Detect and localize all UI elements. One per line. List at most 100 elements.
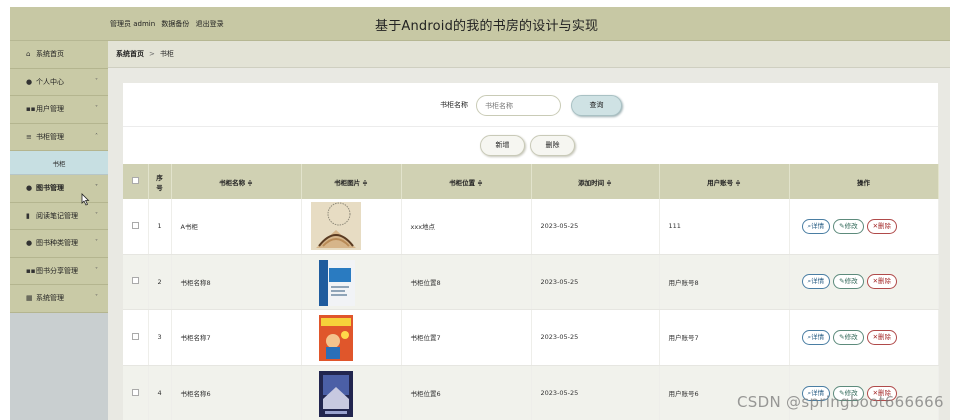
edit-button[interactable]: ✎修改 <box>833 274 864 289</box>
sidebar-item-label: 图书分享管理 <box>36 266 78 275</box>
delete-row-button[interactable]: ✕删除 <box>866 218 898 234</box>
sidebar-item-label: 用户管理 <box>36 105 64 114</box>
sidebar-item-personal-center[interactable]: ● 个人中心 ˅ <box>10 68 108 96</box>
select-all-checkbox[interactable] <box>131 177 139 184</box>
action-bar: 新增 删除 <box>123 127 938 164</box>
sidebar-item-user-management[interactable]: ▪▪ 用户管理 ˅ <box>10 96 108 124</box>
table-header-row: 序号 书柜名称 ≑ 书柜图片 ≑ 书柜位置 ≑ 添加时间 ≑ 用户账号 ≑ 操作 <box>123 164 939 199</box>
detail-button[interactable]: ⌕详情 <box>801 274 831 289</box>
col-account[interactable]: 用户账号 ≑ <box>659 164 790 199</box>
add-button[interactable]: 新增 <box>480 135 525 156</box>
chevron-down-icon: ˅ <box>95 294 98 301</box>
delete-row-button[interactable]: ✕删除 <box>866 329 898 345</box>
sidebar: ⌂ 系统首页 ● 个人中心 ˅ ▪▪ 用户管理 ˅ ≡ 书柜管理 ˄ 书柜 ● … <box>10 41 108 420</box>
bookcase-image <box>318 371 353 417</box>
mouse-cursor-icon <box>81 193 90 206</box>
search-button[interactable]: 查询 <box>571 95 622 116</box>
sidebar-item-label: 图书种类管理 <box>36 239 78 248</box>
detail-button[interactable]: ⌕详情 <box>801 329 831 345</box>
row-location: 书柜位置8 <box>401 254 532 310</box>
col-image[interactable]: 书柜图片 ≑ <box>301 164 402 199</box>
bookcase-table: 序号 书柜名称 ≑ 书柜图片 ≑ 书柜位置 ≑ 添加时间 ≑ 用户账号 ≑ 操作… <box>123 164 939 420</box>
sidebar-item-label: 图书管理 <box>36 184 64 193</box>
breadcrumb-separator: > <box>149 50 155 58</box>
bookcase-image <box>318 259 355 306</box>
grid-icon: ▪▪ <box>26 105 36 114</box>
table-icon: ▦ <box>26 294 33 303</box>
sidebar-item-label: 个人中心 <box>36 77 64 86</box>
chevron-down-icon: ˅ <box>95 77 98 85</box>
edit-button[interactable]: ✎修改 <box>833 329 864 345</box>
delete-row-button[interactable]: ✕删除 <box>866 274 898 289</box>
search-label: 书柜名称 <box>440 101 468 109</box>
main-content: 系统首页 > 书柜 书柜名称 查询 新增 删除 序号 书柜名称 ≑ 书柜图片 <box>108 41 950 420</box>
sidebar-item-book-category[interactable]: ● 图书种类管理 ˅ <box>10 230 108 258</box>
sidebar-item-home[interactable]: ⌂ 系统首页 <box>10 41 108 69</box>
sidebar-item-label: 系统管理 <box>36 294 64 303</box>
row-seq: 2 <box>148 254 172 310</box>
sidebar-item-label: 书柜管理 <box>36 132 64 141</box>
row-name: 书柜名称7 <box>171 309 302 366</box>
list-icon: ≡ <box>26 132 32 141</box>
row-date: 2023-05-25 <box>531 199 660 255</box>
delete-button[interactable]: 删除 <box>530 135 575 156</box>
row-seq: 3 <box>148 309 172 366</box>
row-seq: 4 <box>148 365 172 420</box>
col-name[interactable]: 书柜名称 ≑ <box>171 164 302 199</box>
page-scrollbar[interactable] <box>950 7 965 420</box>
row-account: 用户账号7 <box>659 309 790 366</box>
row-name: 书柜名称6 <box>171 365 302 420</box>
row-date: 2023-05-25 <box>531 309 660 366</box>
user-icon: ● <box>26 239 33 248</box>
sidebar-item-reading-notes[interactable]: ▮ 阅读笔记管理 ˅ <box>10 202 108 230</box>
bookcase-image <box>318 315 353 361</box>
row-checkbox[interactable] <box>132 332 139 340</box>
col-location[interactable]: 书柜位置 ≑ <box>401 164 532 199</box>
top-bar: 管理员 admin 数据备份 退出登录 基于Android的我的书房的设计与实现 <box>10 7 950 41</box>
row-checkbox[interactable] <box>132 221 139 229</box>
table-row: 3 书柜名称7 书柜位置7 2023-05-25 用户账号7 ⌕详情 ✎修改 ✕… <box>123 309 939 366</box>
admin-area: 管理员 admin 数据备份 退出登录 <box>110 19 228 29</box>
backup-link[interactable]: 数据备份 <box>161 20 189 28</box>
home-icon: ⌂ <box>26 50 31 59</box>
sidebar-item-label: 系统首页 <box>36 50 64 59</box>
sidebar-item-bookcase-management[interactable]: ≡ 书柜管理 ˄ <box>10 123 108 151</box>
select-all-header[interactable] <box>123 164 149 199</box>
bookcase-image <box>310 202 361 251</box>
edit-button[interactable]: ✎修改 <box>833 218 864 234</box>
breadcrumb-current: 书柜 <box>159 50 174 58</box>
row-location: 书柜位置7 <box>401 309 532 366</box>
row-account: 用户账号8 <box>659 254 790 310</box>
breadcrumb-home[interactable]: 系统首页 <box>116 49 144 59</box>
chevron-up-icon: ˄ <box>95 132 98 140</box>
logout-link[interactable]: 退出登录 <box>196 20 224 28</box>
content-panel: 书柜名称 查询 新增 删除 序号 书柜名称 ≑ 书柜图片 ≑ 书柜位置 ≑ 添加… <box>123 83 939 420</box>
row-checkbox[interactable] <box>132 277 139 284</box>
sidebar-item-label: 阅读笔记管理 <box>36 211 78 220</box>
chevron-down-icon: ˅ <box>95 105 98 112</box>
breadcrumb: 系统首页 > 书柜 <box>108 41 950 68</box>
detail-button[interactable]: ⌕详情 <box>801 218 831 234</box>
col-seq: 序号 <box>148 164 172 199</box>
search-bar: 书柜名称 查询 <box>123 83 938 127</box>
sidebar-item-system-management[interactable]: ▦ 系统管理 ˅ <box>10 285 108 313</box>
row-date: 2023-05-25 <box>531 365 660 420</box>
watermark: CSDN @springboot666666 <box>737 393 944 411</box>
sidebar-subitem-bookcase[interactable]: 书柜 <box>10 151 108 175</box>
bar-chart-icon: ▮ <box>26 211 30 220</box>
col-ops: 操作 <box>789 164 939 199</box>
app-title: 基于Android的我的书房的设计与实现 <box>375 19 599 34</box>
grid-icon: ▪▪ <box>26 266 36 275</box>
sidebar-item-book-management[interactable]: ● 图书管理 ˅ <box>10 175 108 203</box>
row-seq: 1 <box>148 199 172 255</box>
chevron-down-icon: ˅ <box>95 211 98 219</box>
row-date: 2023-05-25 <box>531 254 660 310</box>
col-date[interactable]: 添加时间 ≑ <box>531 164 660 199</box>
search-input[interactable] <box>476 95 561 116</box>
row-location: xxx地点 <box>401 199 532 255</box>
chevron-down-icon: ˅ <box>95 266 98 274</box>
row-account: 111 <box>659 199 790 255</box>
sidebar-item-book-sharing[interactable]: ▪▪ 图书分享管理 ˅ <box>10 257 108 285</box>
row-checkbox[interactable] <box>132 388 139 396</box>
user-icon: ● <box>26 77 33 86</box>
